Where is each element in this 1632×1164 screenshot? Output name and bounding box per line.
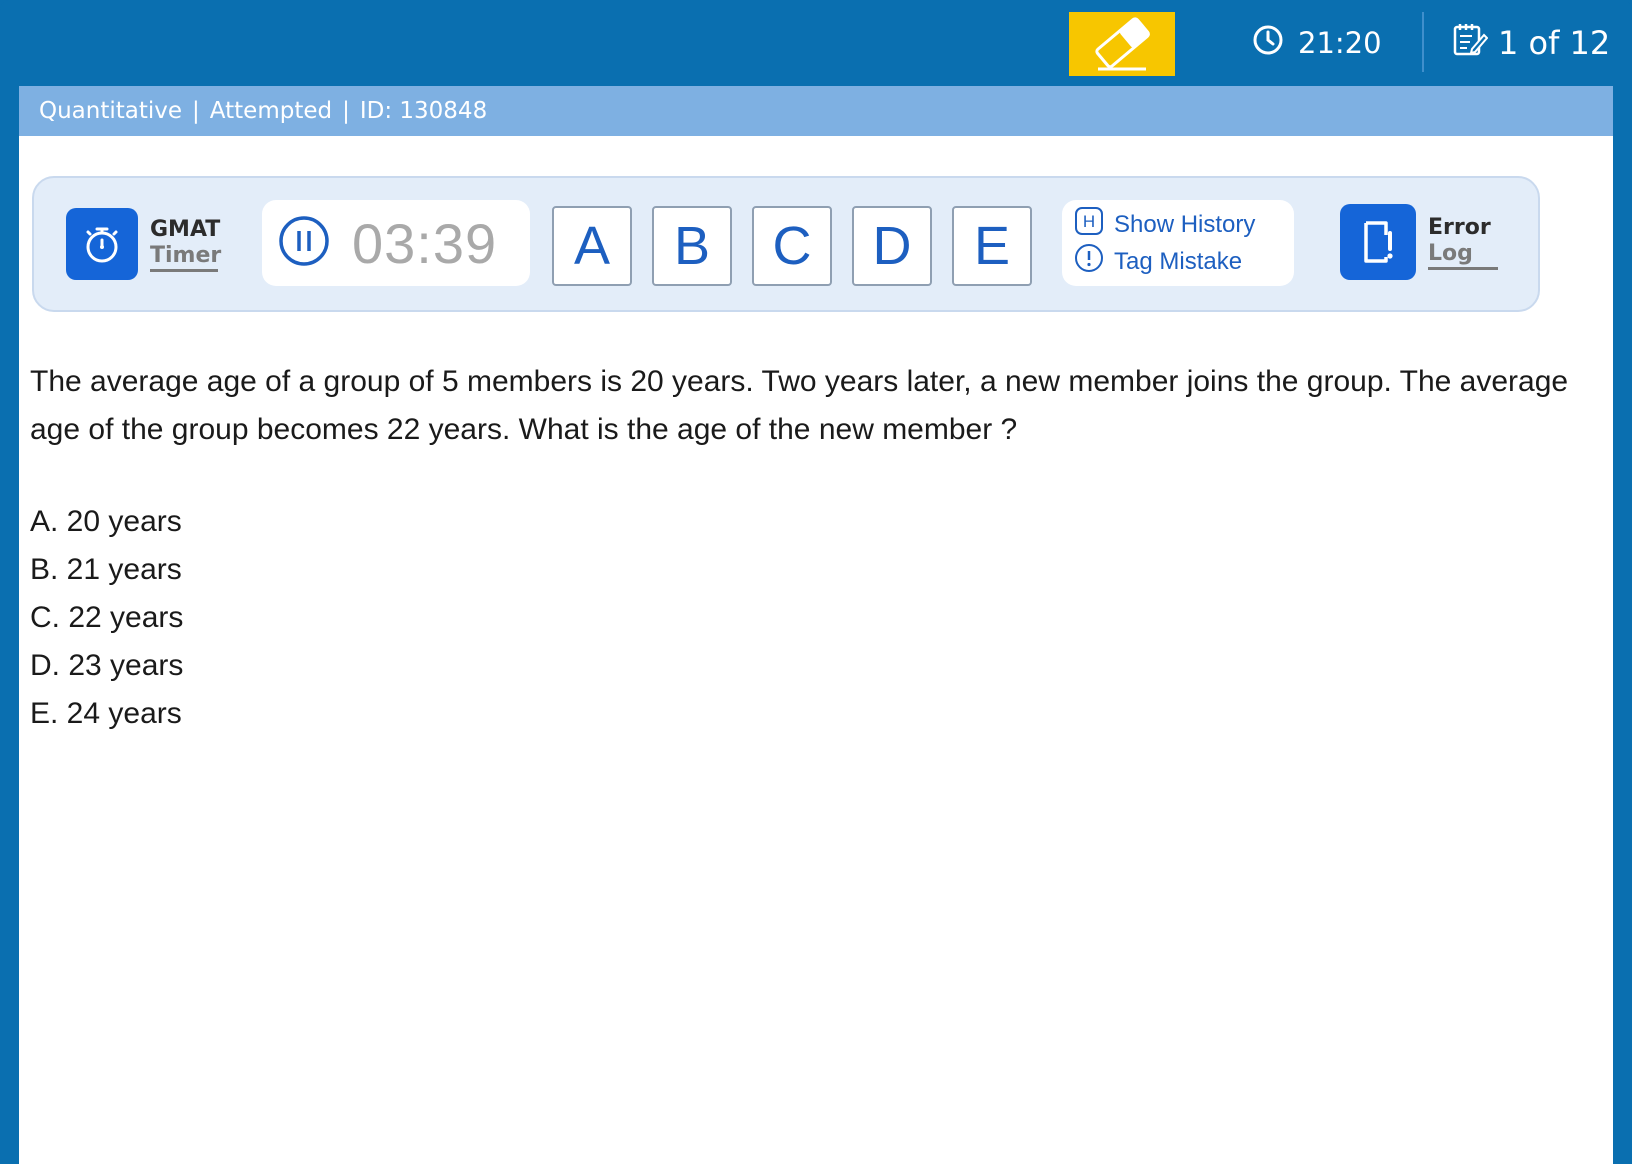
tag-mistake-button[interactable]: Tag Mistake xyxy=(1074,243,1282,280)
show-history-label: Show History xyxy=(1114,210,1256,238)
app-frame: 21:20 1 of 12 Quantitative | Attempted |… xyxy=(0,0,1632,1164)
pause-icon[interactable] xyxy=(278,215,330,271)
eraser-button[interactable] xyxy=(1069,12,1175,76)
answer-button-c[interactable]: C xyxy=(752,206,832,286)
option-b: B. 21 years xyxy=(30,553,182,586)
error-log-button[interactable]: Error Log xyxy=(1340,204,1498,280)
gmat-timer-line1: GMAT xyxy=(150,216,221,242)
option-c: C. 22 years xyxy=(30,601,184,634)
option-a: A. 20 years xyxy=(30,505,182,538)
gmat-timer-button[interactable]: GMAT Timer xyxy=(66,208,221,280)
answer-button-b[interactable]: B xyxy=(652,206,732,286)
show-history-button[interactable]: H Show History xyxy=(1074,206,1282,243)
question-meta-bar: Quantitative | Attempted | ID: 130848 xyxy=(19,86,1613,136)
question-text: The average age of a group of 5 members … xyxy=(30,365,1569,446)
status-label: Attempted xyxy=(209,98,333,124)
answer-options: A. 20 years B. 21 years C. 22 years D. 2… xyxy=(30,498,183,738)
error-log-line2: Log xyxy=(1428,241,1498,270)
error-log-label: Error Log xyxy=(1428,215,1498,270)
notepad-icon xyxy=(1452,21,1489,65)
error-log-icon xyxy=(1340,204,1416,280)
gmat-toolbar: GMAT Timer 03:39 A B C D E H Show Histor… xyxy=(32,176,1540,312)
error-log-line1: Error xyxy=(1428,214,1491,240)
topbar-divider xyxy=(1422,12,1424,72)
answer-button-e[interactable]: E xyxy=(952,206,1032,286)
meta-separator: | xyxy=(192,98,200,124)
answer-button-a[interactable]: A xyxy=(552,206,632,286)
top-bar: 21:20 1 of 12 xyxy=(0,0,1632,86)
clock-icon xyxy=(1252,24,1284,63)
counter-text: 1 of 12 xyxy=(1498,24,1611,62)
total-timer: 21:20 xyxy=(1252,20,1382,66)
option-e: E. 24 years xyxy=(30,697,182,730)
question-counter[interactable]: 1 of 12 xyxy=(1452,20,1610,66)
question-id-label: ID: 130848 xyxy=(359,98,488,124)
svg-text:H: H xyxy=(1083,212,1095,231)
tag-mistake-label: Tag Mistake xyxy=(1114,247,1243,275)
main-content: GMAT Timer 03:39 A B C D E H Show Histor… xyxy=(19,136,1613,1164)
history-key-icon: H xyxy=(1074,206,1104,243)
eraser-icon xyxy=(1090,11,1154,77)
section-label: Quantitative xyxy=(39,98,183,124)
stopwatch-time: 03:39 xyxy=(352,211,498,275)
total-time-text: 21:20 xyxy=(1298,26,1382,60)
gmat-timer-label: GMAT Timer xyxy=(150,216,221,272)
meta-separator: | xyxy=(342,98,350,124)
stopwatch-icon xyxy=(66,208,138,280)
stopwatch: 03:39 xyxy=(262,200,530,286)
history-panel: H Show History Tag Mistake xyxy=(1062,200,1294,286)
gmat-timer-line2: Timer xyxy=(150,243,221,272)
answer-button-d[interactable]: D xyxy=(852,206,932,286)
option-d: D. 23 years xyxy=(30,649,184,682)
alert-icon xyxy=(1074,243,1104,280)
